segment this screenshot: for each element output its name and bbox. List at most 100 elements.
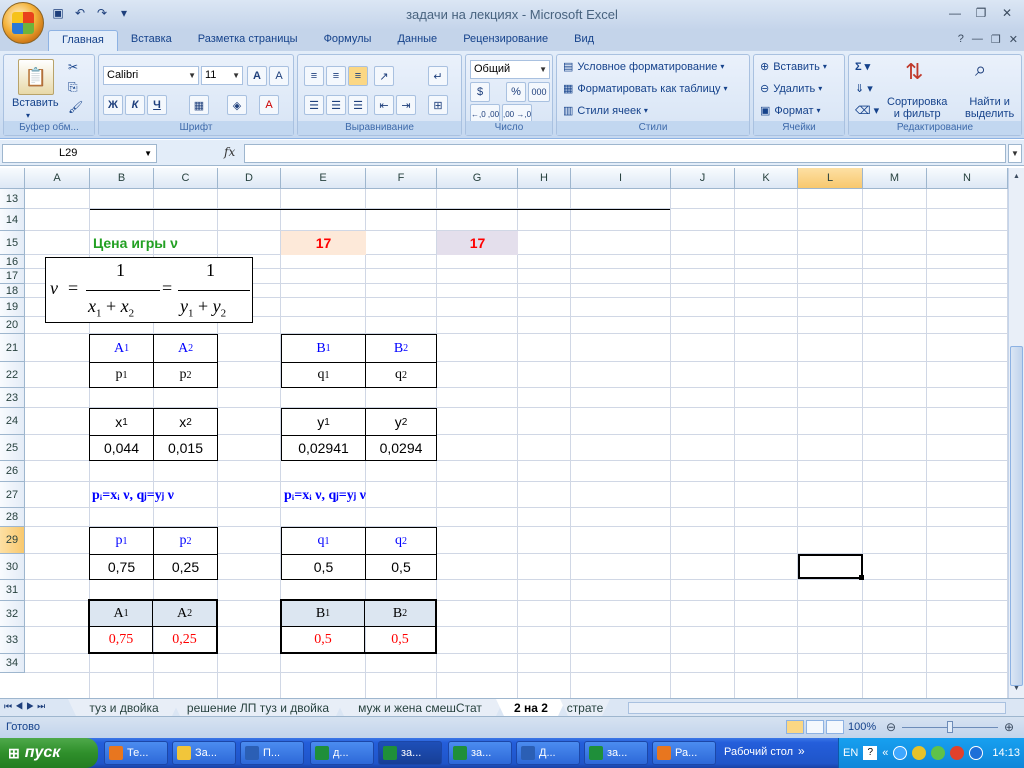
column-header-d[interactable]: D	[218, 168, 281, 189]
taskbar-button-5[interactable]: за...	[378, 741, 442, 765]
row-header-14[interactable]: 14	[0, 209, 25, 231]
sort-filter-icon[interactable]: ⇅	[905, 59, 923, 85]
align-right-icon[interactable]: ☰	[348, 95, 368, 115]
row-header-26[interactable]: 26	[0, 461, 25, 482]
sheet-tab-1[interactable]: туз и двойка	[68, 699, 180, 716]
column-header-h[interactable]: H	[518, 168, 571, 189]
paste-dropdown-icon[interactable]: ▾	[26, 111, 30, 120]
cell-c32[interactable]: 0,25	[153, 627, 216, 652]
row-header-25[interactable]: 25	[0, 435, 25, 461]
column-header-e[interactable]: E	[281, 168, 366, 189]
cell-f28[interactable]: q2	[365, 527, 437, 555]
format-as-table-button[interactable]: ▦ Форматировать как таблицу ▾	[563, 82, 728, 96]
taskbar-button-6[interactable]: за...	[448, 741, 512, 765]
security-icon[interactable]	[912, 746, 927, 760]
tab-formulas[interactable]: Формулы	[311, 30, 385, 51]
align-center-icon[interactable]: ☰	[326, 95, 346, 115]
paste-button[interactable]: Вставить	[12, 97, 59, 109]
cell-e23[interactable]: y1	[281, 408, 366, 436]
find-select-button[interactable]: Найти и выделить	[965, 96, 1014, 120]
column-header-n[interactable]: N	[927, 168, 1008, 189]
cell-b32[interactable]: 0,75	[90, 627, 153, 652]
normal-view-icon[interactable]	[786, 720, 804, 734]
column-header-j[interactable]: J	[671, 168, 735, 189]
find-binoculars-icon[interactable]: ⌕	[975, 59, 986, 82]
format-cells-button[interactable]: ▣ Формат ▾	[760, 104, 821, 118]
row-header-19[interactable]: 19	[0, 298, 25, 317]
desktop-chevron-icon[interactable]: »	[798, 744, 805, 758]
row-header-29[interactable]: 29	[0, 527, 25, 554]
cell-e21[interactable]: q1	[281, 362, 366, 388]
clock[interactable]: 14:13	[992, 747, 1020, 759]
cell-b29[interactable]: 0,75	[89, 554, 154, 580]
taskbar-button-7[interactable]: Д...	[516, 741, 580, 765]
font-name-combo[interactable]: Calibri ▼	[103, 66, 199, 85]
taskbar-button-9[interactable]: Ра...	[652, 741, 716, 765]
orientation-icon[interactable]: ↗	[374, 66, 394, 86]
tab-view[interactable]: Вид	[561, 30, 607, 51]
row-header-23[interactable]: 23	[0, 388, 25, 408]
page-layout-view-icon[interactable]	[806, 720, 824, 734]
cell-e31[interactable]: B1	[282, 601, 365, 627]
fill-color-icon[interactable]: ◈	[227, 95, 247, 115]
decrease-indent-icon[interactable]: ⇤	[374, 95, 394, 115]
copy-icon[interactable]: ⎘	[68, 80, 78, 95]
font-color-icon[interactable]: A	[259, 95, 279, 115]
cell-c28[interactable]: p2	[153, 527, 218, 555]
sheet-tab-3[interactable]: муж и жена смешСтат	[336, 699, 504, 716]
thousands-button[interactable]: 000	[528, 82, 550, 102]
merge-cells-icon[interactable]: ⊞	[428, 95, 448, 115]
row-header-28[interactable]: 28	[0, 508, 25, 527]
tab-review[interactable]: Рецензирование	[450, 30, 561, 51]
zoom-out-icon[interactable]: ⊖	[886, 720, 896, 734]
cell-e20[interactable]: B1	[281, 334, 366, 363]
zoom-slider-thumb[interactable]	[947, 721, 953, 733]
conditional-formatting-button[interactable]: ▤ Условное форматирование ▾	[563, 60, 724, 74]
cell-b28[interactable]: p1	[89, 527, 154, 555]
delete-cells-button[interactable]: ⊖ Удалить ▾	[760, 82, 822, 96]
cell-b21[interactable]: p1	[89, 362, 154, 388]
cell-b23[interactable]: x1	[89, 408, 154, 436]
cell-e29[interactable]: 0,5	[281, 554, 366, 580]
scroll-up-icon[interactable]: ▲	[1010, 170, 1023, 184]
help-icon[interactable]: ?	[958, 33, 964, 46]
maximize-button[interactable]: ❐	[968, 4, 994, 22]
insert-cells-button[interactable]: ⊕ Вставить ▾	[760, 60, 827, 74]
taskbar-button-1[interactable]: Те...	[104, 741, 168, 765]
font-size-combo[interactable]: 11 ▼	[201, 66, 243, 85]
column-header-i[interactable]: I	[571, 168, 671, 189]
scroll-thumb[interactable]	[1010, 346, 1023, 686]
cell-e32[interactable]: 0,5	[282, 627, 365, 652]
select-all-corner[interactable]	[0, 168, 25, 189]
row-header-22[interactable]: 22	[0, 362, 25, 388]
row-header-13[interactable]: 13	[0, 189, 25, 209]
bold-button[interactable]: Ж	[103, 95, 123, 115]
align-bottom-icon[interactable]: ≡	[348, 66, 368, 86]
row-header-27[interactable]: 27	[0, 482, 25, 508]
percent-button[interactable]: %	[506, 82, 526, 102]
increase-indent-icon[interactable]: ⇥	[396, 95, 416, 115]
cell-f21[interactable]: q2	[365, 362, 437, 388]
row-header-18[interactable]: 18	[0, 284, 25, 298]
cell-c31[interactable]: A2	[153, 601, 216, 627]
cell-f23[interactable]: y2	[365, 408, 437, 436]
align-middle-icon[interactable]: ≡	[326, 66, 346, 86]
row-header-31[interactable]: 31	[0, 580, 25, 601]
cell-f32[interactable]: 0,5	[365, 627, 435, 652]
grow-font-button[interactable]: A	[247, 66, 267, 86]
active-cell-l29[interactable]	[798, 554, 863, 579]
cell-b20[interactable]: A1	[89, 334, 154, 363]
insert-function-icon[interactable]: fx	[224, 145, 235, 159]
taskbar-button-8[interactable]: за...	[584, 741, 648, 765]
help-tray-icon[interactable]: ?	[863, 746, 878, 760]
row-header-32[interactable]: 32	[0, 601, 25, 627]
tab-data[interactable]: Данные	[384, 30, 450, 51]
column-header-f[interactable]: F	[366, 168, 437, 189]
shrink-font-button[interactable]: A	[269, 66, 289, 86]
taskbar-button-4[interactable]: д...	[310, 741, 374, 765]
column-header-m[interactable]: M	[863, 168, 927, 189]
row-header-24[interactable]: 24	[0, 408, 25, 435]
borders-icon[interactable]: ▦	[189, 95, 209, 115]
formula-input[interactable]	[244, 144, 1006, 163]
taskbar-button-2[interactable]: За...	[172, 741, 236, 765]
